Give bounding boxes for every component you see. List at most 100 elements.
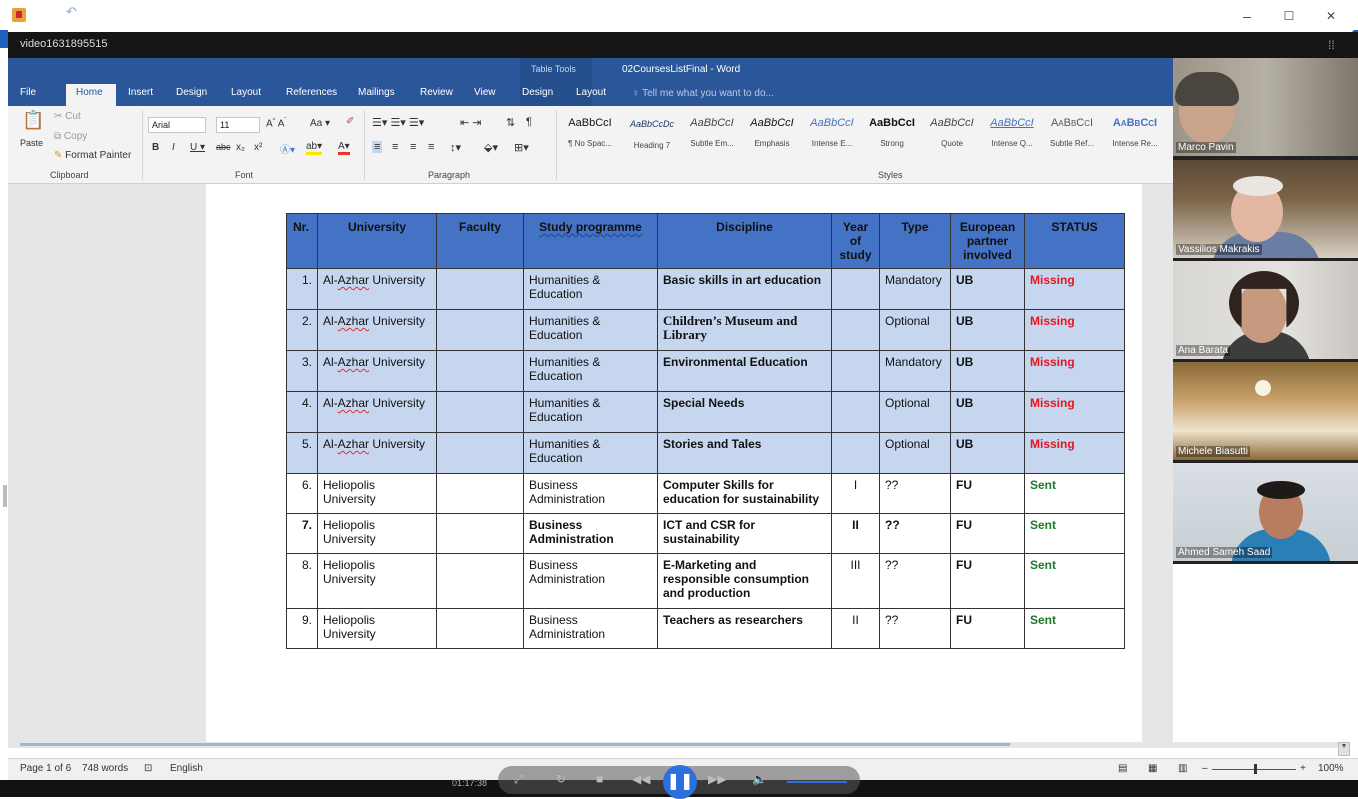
style-subtle-reference[interactable]: AaBbCcI Subtle Ref...: [1042, 117, 1102, 161]
align-center-icon[interactable]: ≡: [392, 141, 398, 153]
align-left-icon[interactable]: ≡: [372, 141, 383, 153]
horizontal-scroll-thumb[interactable]: [20, 743, 1010, 746]
tell-me-text: Tell me what you want to do...: [642, 88, 774, 99]
style-emphasis[interactable]: AaBbCcI Emphasis: [742, 117, 802, 161]
table-row[interactable]: 7. Heliopolis University Business Admini…: [286, 513, 1125, 554]
pause-button[interactable]: ❚❚: [663, 765, 697, 799]
style-intense-quote[interactable]: AaBbCcI Intense Q...: [982, 117, 1042, 161]
tab-table-layout[interactable]: Layout: [576, 87, 606, 98]
minimize-button[interactable]: –: [1232, 6, 1262, 26]
cut-button[interactable]: ✂ Cut: [54, 111, 81, 122]
style-heading-7[interactable]: AaBbCcDc Heading 7: [622, 117, 682, 161]
word-count[interactable]: 748 words: [82, 763, 128, 774]
cell-status: Sent: [1024, 473, 1125, 514]
sort-icon[interactable]: ⇅: [506, 116, 515, 129]
justify-icon[interactable]: ≡: [428, 141, 434, 153]
read-mode-icon[interactable]: ▤: [1118, 763, 1127, 774]
scroll-down-icon[interactable]: ▼: [1338, 742, 1350, 756]
participant-tile[interactable]: Vassilios Makrakis: [1173, 160, 1358, 258]
undo-icon[interactable]: ↶: [66, 4, 77, 20]
table-row[interactable]: 3. Al-Azhar University Humanities & Educ…: [286, 350, 1125, 392]
tab-mailings[interactable]: Mailings: [358, 87, 395, 98]
style-strong[interactable]: AaBbCcI Strong: [862, 117, 922, 161]
zoom-out-icon[interactable]: –: [1202, 763, 1208, 774]
pilcrow-icon[interactable]: ¶: [526, 116, 532, 128]
borders-icon[interactable]: ⊞▾: [514, 141, 529, 154]
save-icon[interactable]: 🖫: [28, 4, 39, 26]
grid-icon[interactable]: ⁞⁞: [1328, 38, 1342, 52]
web-layout-icon[interactable]: ▥: [1178, 763, 1187, 774]
font-color-icon[interactable]: A▾: [338, 141, 350, 155]
cell-faculty: [436, 432, 524, 474]
table-row[interactable]: 1. Al-Azhar University Humanities & Educ…: [286, 268, 1125, 310]
proofing-icon[interactable]: ⊡: [144, 763, 152, 774]
shading-icon[interactable]: ⬙▾: [484, 141, 498, 154]
subscript-button[interactable]: x₂: [236, 142, 245, 153]
participant-tile[interactable]: Marco Pavin: [1173, 58, 1358, 156]
italic-button[interactable]: I: [172, 142, 175, 153]
table-row[interactable]: 2. Al-Azhar University Humanities & Educ…: [286, 309, 1125, 351]
bullets-icon[interactable]: ☰▾ ☰▾ ☰▾: [372, 116, 424, 129]
copy-button[interactable]: ⧉ Copy: [54, 131, 87, 142]
underline-button[interactable]: U ▾: [190, 142, 205, 153]
close-button[interactable]: ✕: [1316, 6, 1346, 26]
clear-formatting-icon[interactable]: ✐: [346, 116, 354, 127]
left-scroll-thumb[interactable]: [3, 485, 7, 507]
font-size-box[interactable]: 11: [216, 117, 260, 133]
table-row[interactable]: 4. Al-Azhar University Humanities & Educ…: [286, 391, 1125, 433]
paste-icon[interactable]: 📋: [22, 110, 44, 131]
zoom-slider-knob[interactable]: [1254, 764, 1257, 774]
language[interactable]: English: [170, 763, 203, 774]
participant-tile[interactable]: Michele Biasutti: [1173, 362, 1358, 460]
table-row[interactable]: 9. Heliopolis University Business Admini…: [286, 608, 1125, 649]
table-row[interactable]: 8. Heliopolis University Business Admini…: [286, 553, 1125, 609]
style-intense-reference[interactable]: AaBbCcI Intense Re...: [1102, 117, 1168, 161]
page-count[interactable]: Page 1 of 6: [20, 763, 71, 774]
line-spacing-icon[interactable]: ↕▾: [450, 141, 461, 154]
tab-insert[interactable]: Insert: [128, 87, 153, 98]
align-right-icon[interactable]: ≡: [410, 141, 416, 153]
stop-icon[interactable]: ■: [596, 772, 603, 786]
zoom-level[interactable]: 100%: [1318, 763, 1344, 774]
redo-icon[interactable]: ↻: [104, 4, 115, 20]
tab-review[interactable]: Review: [420, 87, 453, 98]
text-effects-icon[interactable]: Ⓐ▾: [280, 141, 295, 156]
tab-view[interactable]: View: [474, 87, 496, 98]
loop-icon[interactable]: ↻: [556, 772, 566, 786]
tab-table-design[interactable]: Design: [522, 87, 553, 98]
table-row[interactable]: 6. Heliopolis University Business Admini…: [286, 473, 1125, 514]
tab-file[interactable]: File: [20, 87, 36, 98]
zoom-in-icon[interactable]: +: [1300, 763, 1306, 774]
tab-layout[interactable]: Layout: [231, 87, 261, 98]
bold-button[interactable]: B: [152, 142, 159, 153]
grow-font-icon[interactable]: A^ Aˇ: [266, 118, 286, 129]
style-no-spacing[interactable]: AaBbCcI ¶ No Spac...: [560, 117, 620, 161]
participant-tile[interactable]: Ahmed Sameh Saad: [1173, 463, 1358, 561]
tab-references[interactable]: References: [286, 87, 337, 98]
participant-tile[interactable]: Ana Barata: [1173, 261, 1358, 359]
customize-qat-icon[interactable]: ⩧: [146, 4, 152, 15]
maximize-button[interactable]: ☐: [1274, 6, 1304, 26]
tab-home[interactable]: Home: [76, 87, 103, 98]
tell-me-box[interactable]: ♀ Tell me what you want to do...: [632, 88, 774, 99]
table-row[interactable]: 5. Al-Azhar University Humanities & Educ…: [286, 432, 1125, 474]
highlight-icon[interactable]: ab▾: [306, 141, 323, 155]
style-quote[interactable]: AaBbCcI Quote: [922, 117, 982, 161]
format-painter-button[interactable]: ✎ Format Painter: [54, 150, 131, 161]
courses-table[interactable]: Nr. University Faculty Study programme D…: [286, 213, 1125, 649]
volume-icon[interactable]: 🔈: [752, 772, 767, 786]
style-subtle-emphasis[interactable]: AaBbCcI Subtle Em...: [682, 117, 742, 161]
strikethrough-button[interactable]: abc: [216, 142, 231, 152]
print-layout-icon[interactable]: ▦: [1148, 763, 1157, 774]
volume-slider[interactable]: [787, 781, 847, 783]
rewind-icon[interactable]: ◀◀: [632, 772, 650, 786]
paste-button[interactable]: Paste: [20, 138, 43, 148]
font-name-box[interactable]: Arial: [148, 117, 206, 133]
fullscreen-icon[interactable]: ⤢: [514, 772, 524, 787]
change-case-button[interactable]: Aa ▾: [310, 118, 330, 129]
tab-design[interactable]: Design: [176, 87, 207, 98]
fast-forward-icon[interactable]: ▶▶: [708, 772, 726, 786]
style-intense-emphasis[interactable]: AaBbCcI Intense E...: [802, 117, 862, 161]
indent-icon[interactable]: ⇤ ⇥: [460, 116, 482, 129]
superscript-button[interactable]: x²: [254, 142, 262, 153]
